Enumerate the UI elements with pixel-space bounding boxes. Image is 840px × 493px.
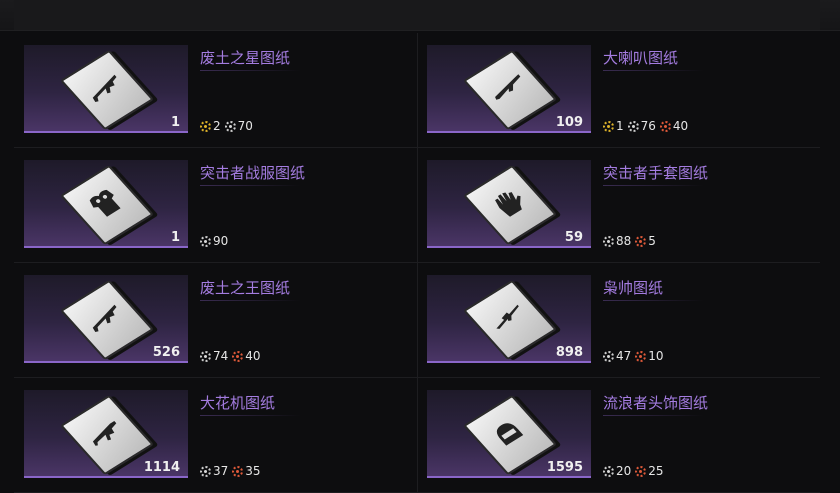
blueprint-card[interactable]: 1595 流浪者头饰图纸 20 25 [417, 378, 820, 493]
cost-white: 20 [603, 464, 631, 478]
blueprint-card[interactable]: 526 废土之王图纸 74 40 [14, 263, 418, 378]
cost-list: 2 70 [200, 118, 253, 134]
divider [603, 70, 703, 71]
cost-white: 70 [224, 119, 253, 133]
blueprint-tablet [462, 49, 558, 131]
blueprint-tablet [59, 279, 155, 361]
item-count: 1 [170, 115, 180, 130]
item-count: 109 [555, 115, 583, 130]
gold-gear-icon [200, 120, 211, 132]
blueprint-tablet [462, 279, 558, 361]
blueprint-name: 废土之王图纸 [200, 279, 291, 297]
divider [200, 415, 300, 416]
cost-list: 74 40 [200, 348, 261, 364]
item-count: 1114 [143, 460, 180, 475]
white-gear-icon [603, 350, 614, 362]
glove-icon [495, 192, 522, 217]
item-count: 1 [170, 230, 180, 245]
divider [603, 300, 703, 301]
divider [603, 415, 703, 416]
cost-white: 74 [200, 349, 228, 363]
cost-red: 5 [635, 234, 656, 248]
cost-white: 90 [200, 234, 228, 248]
blueprint-thumbnail: 59 [427, 160, 591, 248]
blueprint-thumbnail: 1114 [24, 390, 188, 478]
blueprint-name: 突击者战服图纸 [200, 164, 306, 182]
blueprint-tablet [59, 49, 155, 131]
blueprint-tablet [462, 164, 558, 246]
cost-red: 25 [635, 464, 664, 478]
red-gear-icon [635, 235, 647, 247]
blueprint-thumbnail: 1 [24, 45, 188, 133]
cost-white: 76 [627, 119, 656, 133]
blueprint-name: 流浪者头饰图纸 [603, 394, 709, 412]
blueprint-card[interactable]: 1114 大花机图纸 37 35 [14, 378, 418, 493]
top-bar [0, 0, 840, 31]
blueprint-card[interactable]: 1 突击者战服图纸 90 [14, 148, 418, 263]
gold-gear-icon [603, 120, 614, 132]
cost-gold: 1 [603, 119, 624, 133]
cost-list: 37 35 [200, 463, 261, 479]
cost-list: 47 10 [603, 348, 664, 364]
blueprint-thumbnail: 1 [24, 160, 188, 248]
white-gear-icon [200, 350, 211, 362]
white-gear-icon [200, 465, 211, 477]
blueprint-card[interactable]: 59 突击者手套图纸 88 5 [417, 148, 820, 263]
blueprint-name: 大喇叭图纸 [603, 49, 679, 67]
blueprint-thumbnail: 1595 [427, 390, 591, 478]
rifle-icon [92, 304, 117, 333]
cost-list: 88 5 [603, 233, 656, 249]
red-gear-icon [659, 120, 671, 132]
blueprint-name: 突击者手套图纸 [603, 164, 709, 182]
red-gear-icon [232, 465, 244, 477]
top-bar-panel [14, 0, 820, 30]
blueprint-thumbnail: 898 [427, 275, 591, 363]
cost-white: 47 [603, 349, 631, 363]
divider [603, 185, 703, 186]
white-gear-icon [603, 235, 614, 247]
blueprint-name: 废土之星图纸 [200, 49, 291, 67]
blueprint-card[interactable]: 109 大喇叭图纸 1 76 40 [417, 33, 820, 148]
cost-red: 40 [659, 119, 688, 133]
cost-gold: 2 [200, 119, 221, 133]
sniper-icon [496, 304, 519, 329]
blueprint-name: 大花机图纸 [200, 394, 276, 412]
white-gear-icon [627, 120, 639, 132]
divider [200, 70, 300, 71]
item-count: 526 [152, 345, 180, 360]
blueprint-thumbnail: 526 [24, 275, 188, 363]
red-gear-icon [635, 350, 647, 362]
cost-white: 88 [603, 234, 631, 248]
blueprint-card[interactable]: 898 枭帅图纸 47 10 [417, 263, 820, 378]
red-gear-icon [232, 350, 244, 362]
divider [200, 185, 300, 186]
divider [200, 300, 300, 301]
item-count: 59 [564, 230, 583, 245]
blueprint-tablet [462, 394, 558, 476]
cost-red: 40 [232, 349, 261, 363]
blueprint-name: 枭帅图纸 [603, 279, 664, 297]
blueprint-tablet [59, 164, 155, 246]
blueprint-grid: 1 废土之星图纸 2 70 109 大喇叭图纸 1 76 40 1 突击者战服图… [14, 33, 820, 493]
armor-icon [89, 189, 121, 217]
smg-icon [92, 421, 117, 446]
red-gear-icon [635, 465, 647, 477]
cost-white: 37 [200, 464, 228, 478]
cost-red: 10 [635, 349, 664, 363]
cost-red: 35 [232, 464, 261, 478]
white-gear-icon [603, 465, 614, 477]
cost-list: 90 [200, 233, 228, 249]
item-count: 898 [555, 345, 583, 360]
shotgun-icon [495, 74, 521, 100]
white-gear-icon [200, 235, 211, 247]
blueprint-thumbnail: 109 [427, 45, 591, 133]
white-gear-icon [224, 120, 236, 132]
cost-list: 20 25 [603, 463, 664, 479]
cost-list: 1 76 40 [603, 118, 688, 134]
rifle-icon [92, 74, 117, 103]
item-count: 1595 [546, 460, 583, 475]
blueprint-card[interactable]: 1 废土之星图纸 2 70 [14, 33, 418, 148]
helmet-icon [496, 423, 524, 446]
blueprint-tablet [59, 394, 155, 476]
